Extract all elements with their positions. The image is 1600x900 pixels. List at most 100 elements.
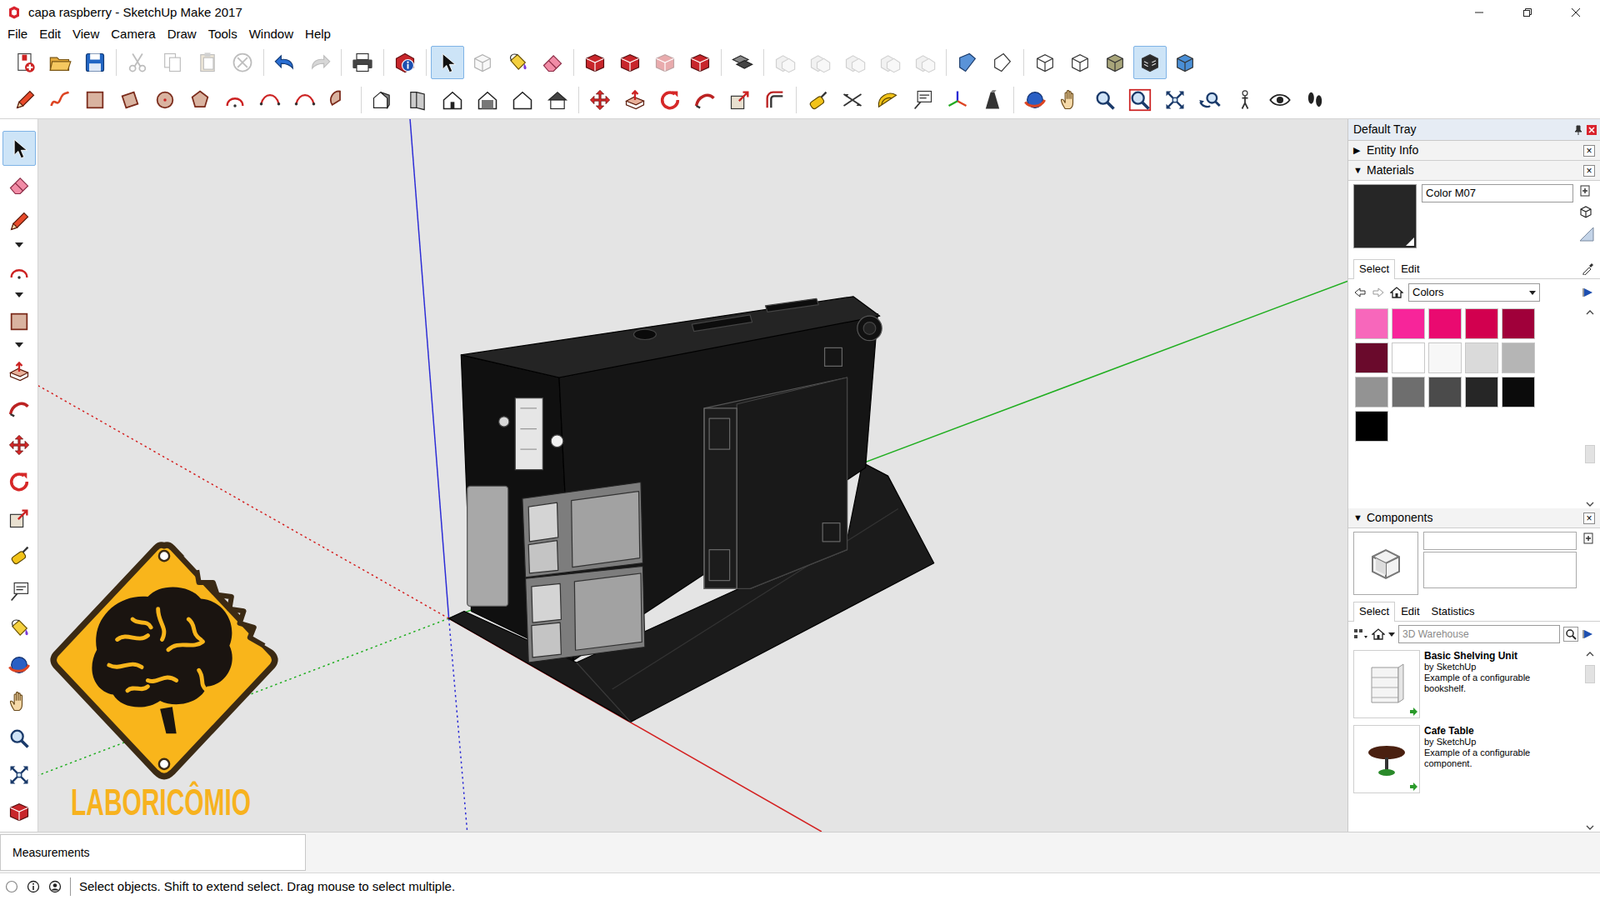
solid-button[interactable]	[803, 45, 837, 80]
library-dropdown[interactable]: Colors	[1408, 283, 1540, 302]
component-thumbnail[interactable]	[1353, 650, 1420, 719]
dropdown-arrow-icon[interactable]	[15, 342, 24, 348]
menu-item[interactable]: Edit	[33, 25, 67, 43]
color-swatch[interactable]	[1428, 308, 1462, 340]
panel-tab[interactable]: Select	[1353, 259, 1395, 280]
follow-me-button[interactable]	[688, 83, 722, 117]
back-icon[interactable]	[1353, 285, 1367, 300]
swatch-scrollbar[interactable]	[1583, 308, 1597, 509]
move-button[interactable]	[583, 83, 617, 117]
right-view-button[interactable]	[470, 83, 505, 117]
warehouse-button[interactable]	[578, 45, 612, 80]
paste-button[interactable]	[190, 45, 225, 80]
raspberry-case-model[interactable]	[449, 296, 935, 723]
menu-item[interactable]: Camera	[105, 25, 161, 43]
restore-button[interactable]	[1503, 0, 1552, 25]
menu-item[interactable]: Window	[243, 25, 300, 43]
zoom-extents-button[interactable]	[2, 757, 36, 793]
push-pull-button[interactable]	[2, 354, 36, 390]
menu-item[interactable]: View	[66, 25, 105, 43]
search-icon[interactable]	[1563, 626, 1579, 642]
color-swatch[interactable]	[1355, 410, 1389, 442]
model-viewport[interactable]: LABORICÔMIO	[38, 119, 1348, 832]
color-swatch[interactable]	[1391, 342, 1425, 374]
offset-button[interactable]	[758, 83, 792, 117]
create-material-icon[interactable]	[1578, 184, 1592, 198]
panel-close-button[interactable]: ×	[1583, 145, 1595, 157]
menu-item[interactable]: Tools	[202, 25, 244, 43]
pan-button[interactable]	[1053, 83, 1087, 117]
monochrome-button[interactable]	[1168, 45, 1202, 80]
components-header[interactable]: ▼ Components ×	[1348, 508, 1600, 529]
geo-location-icon[interactable]	[5, 880, 19, 894]
eraser-button[interactable]	[535, 45, 570, 80]
component-description-field[interactable]	[1423, 551, 1577, 589]
dimension-button[interactable]	[835, 83, 870, 117]
account-icon[interactable]	[48, 880, 62, 894]
warehouse-button[interactable]	[613, 45, 647, 80]
dropdown-caret-icon[interactable]	[1388, 632, 1395, 637]
new-file-button[interactable]	[8, 45, 42, 80]
paint-bucket-button[interactable]	[500, 45, 535, 80]
component-name-field[interactable]	[1423, 531, 1577, 550]
text-button[interactable]	[905, 83, 940, 117]
copy-button[interactable]	[155, 45, 190, 80]
panel-tab[interactable]: Statistics	[1425, 601, 1481, 622]
color-swatch[interactable]	[1501, 342, 1535, 374]
print-button[interactable]	[345, 45, 380, 80]
two-point-arc-button[interactable]	[288, 83, 322, 117]
scroll-thumb[interactable]	[1585, 665, 1595, 684]
save-button[interactable]	[78, 45, 112, 80]
tape-measure-button[interactable]	[800, 83, 835, 117]
view-options-icon[interactable]	[1353, 627, 1369, 641]
panel-close-button[interactable]: ×	[1583, 512, 1595, 525]
rectangle-button[interactable]	[2, 304, 36, 340]
tray-close-icon[interactable]	[1586, 125, 1597, 135]
menu-item[interactable]: Help	[299, 25, 337, 43]
color-swatch[interactable]	[1465, 376, 1499, 408]
component-scrollbar[interactable]	[1583, 650, 1597, 832]
rotate-button[interactable]	[653, 83, 687, 117]
scale-button[interactable]	[2, 500, 36, 536]
two-point-arc-button[interactable]	[253, 83, 287, 117]
material-name-field[interactable]: Color M07	[1421, 184, 1574, 203]
arc-button[interactable]	[218, 83, 252, 117]
eraser-button[interactable]	[2, 167, 36, 203]
rectangle-button[interactable]	[78, 83, 112, 117]
polygon-button[interactable]	[183, 83, 217, 117]
pan-button[interactable]	[2, 684, 36, 720]
scroll-down-icon[interactable]	[1585, 823, 1595, 832]
orbit-button[interactable]	[1018, 83, 1052, 117]
zoom-button[interactable]	[1088, 83, 1122, 117]
expand-arrow[interactable]: ▼	[1353, 163, 1367, 178]
arc-button[interactable]	[2, 254, 36, 290]
select-button[interactable]	[430, 45, 465, 80]
plane-button[interactable]	[985, 45, 1020, 80]
model-scene[interactable]	[38, 119, 1348, 832]
panel-tab[interactable]: Edit	[1395, 259, 1425, 280]
color-swatch[interactable]	[1465, 342, 1499, 374]
open-button[interactable]	[43, 45, 77, 80]
home-icon[interactable]	[1371, 627, 1385, 641]
zoom-window-button[interactable]	[1123, 83, 1157, 117]
warehouse-button[interactable]	[2, 794, 36, 830]
layers-button[interactable]	[725, 45, 760, 80]
make-component-button[interactable]	[465, 45, 500, 80]
select-button[interactable]	[2, 130, 36, 166]
entity-info-header[interactable]: ▶ Entity Info ×	[1348, 140, 1600, 161]
component-title[interactable]: Cafe Table	[1424, 725, 1556, 737]
back-view-button[interactable]	[505, 83, 540, 117]
scroll-down-icon[interactable]	[1585, 500, 1595, 509]
dropdown-arrow-icon[interactable]	[15, 292, 24, 298]
xray-button[interactable]	[1028, 45, 1062, 80]
expand-arrow[interactable]: ▼	[1353, 510, 1367, 525]
dropdown-arrow-icon[interactable]	[15, 242, 24, 248]
pie-button[interactable]	[323, 83, 357, 117]
previous-view-button[interactable]	[1193, 83, 1227, 117]
solid-button[interactable]	[873, 45, 907, 80]
details-icon[interactable]	[1581, 627, 1595, 641]
model-info-button[interactable]	[388, 45, 422, 80]
panel-tab[interactable]: Edit	[1395, 601, 1425, 622]
zoom-button[interactable]	[2, 720, 36, 756]
scroll-thumb[interactable]	[1585, 445, 1595, 464]
